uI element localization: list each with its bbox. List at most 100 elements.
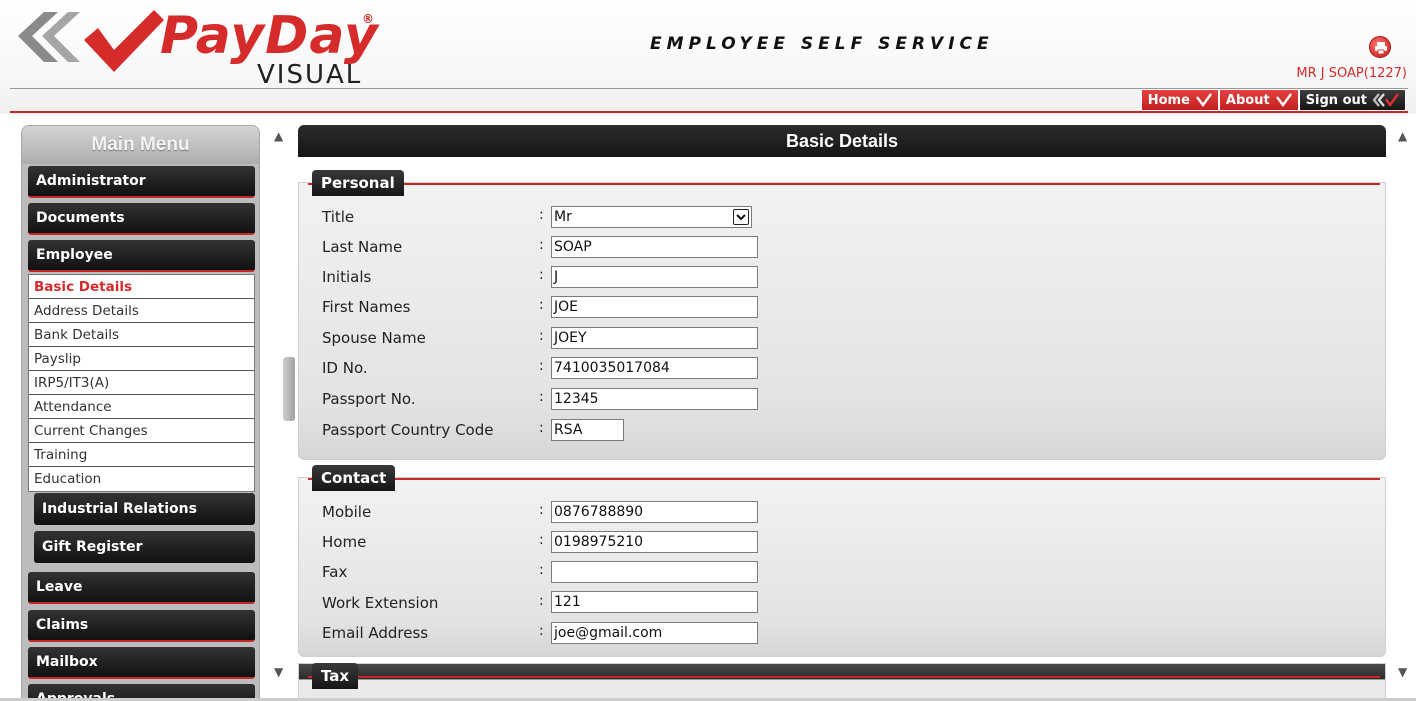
field-colon: : <box>539 358 544 374</box>
email-address-input[interactable]: joe@gmail.com <box>551 622 758 644</box>
logo-subtitle: VISUAL <box>257 60 363 90</box>
main-scrollbar[interactable]: ▲ ▼ <box>1394 125 1416 701</box>
submenu-basic-details[interactable]: Basic Details <box>29 275 254 299</box>
title-select[interactable]: Mr <box>551 206 752 228</box>
employee-submenu: Basic Details Address Details Bank Detai… <box>28 274 255 492</box>
id-number-input[interactable]: 7410035017084 <box>551 357 758 379</box>
scroll-up-icon[interactable]: ▲ <box>274 129 283 143</box>
header-accent-line <box>10 111 1408 113</box>
menu-item-claims[interactable]: Claims <box>28 610 255 642</box>
field-colon: : <box>539 297 544 313</box>
tax-section: Tax <box>298 663 1386 701</box>
personal-section-heading: Personal <box>312 170 404 196</box>
work-extension-input[interactable]: 121 <box>551 591 758 613</box>
submenu-address-details[interactable]: Address Details <box>29 299 254 323</box>
home-label: Home <box>1147 92 1190 108</box>
about-button[interactable]: About <box>1218 89 1299 111</box>
sign-out-button[interactable]: Sign out <box>1298 89 1406 111</box>
personal-section-panel <box>298 182 1386 460</box>
menu-item-administrator[interactable]: Administrator <box>28 166 255 198</box>
check-icon <box>1275 93 1292 107</box>
field-label-fax: Fax <box>322 563 348 581</box>
section-divider <box>308 478 1380 480</box>
fax-input[interactable] <box>551 561 758 583</box>
chevron-down-icon[interactable] <box>733 209 749 225</box>
menu-item-employee[interactable]: Employee <box>28 240 255 272</box>
menu-item-gift-register[interactable]: Gift Register <box>34 531 255 563</box>
scroll-down-icon[interactable]: ▼ <box>1398 665 1407 679</box>
first-names-input[interactable]: JOE <box>551 296 758 318</box>
sign-out-label: Sign out <box>1305 92 1367 108</box>
field-label-spouse-name: Spouse Name <box>322 329 426 347</box>
initials-input[interactable]: J <box>551 266 758 288</box>
home-button[interactable]: Home <box>1140 89 1219 111</box>
field-colon: : <box>539 267 544 283</box>
field-colon: : <box>539 502 544 518</box>
payday-logo: PayDay ® VISUAL <box>14 6 378 90</box>
contact-section: Contact Mobile : 0876788890 Home : 01989… <box>298 465 1386 657</box>
title-select-value: Mr <box>554 209 572 225</box>
field-label-title: Title <box>322 208 355 226</box>
field-colon: : <box>539 420 544 436</box>
field-label-passport-country-code: Passport Country Code <box>322 421 494 439</box>
current-user-label: MR J SOAP(1227) <box>1296 66 1407 81</box>
field-label-id-no: ID No. <box>322 359 368 377</box>
field-label-last-name: Last Name <box>322 238 403 256</box>
tax-section-heading: Tax <box>312 663 359 689</box>
section-divider <box>308 676 1380 678</box>
field-colon: : <box>539 562 544 578</box>
panel-splitter-handle[interactable] <box>283 357 295 421</box>
field-label-home: Home <box>322 533 367 551</box>
signout-chevron-icon <box>1373 93 1399 107</box>
field-colon: : <box>539 328 544 344</box>
top-nav: Home About Sign out <box>1140 89 1406 111</box>
field-label-mobile: Mobile <box>322 503 372 521</box>
field-colon: : <box>539 593 544 609</box>
about-label: About <box>1225 92 1270 108</box>
printer-icon <box>1375 42 1387 55</box>
submenu-education[interactable]: Education <box>29 467 254 491</box>
personal-section: Personal Title : Mr Last Name : SOAP Ini… <box>298 170 1386 460</box>
page-title: Basic Details <box>298 125 1386 157</box>
field-label-email-address: Email Address <box>322 624 429 642</box>
menu-item-mailbox[interactable]: Mailbox <box>28 647 255 679</box>
print-button[interactable] <box>1369 36 1391 58</box>
field-label-first-names: First Names <box>322 298 411 316</box>
check-icon <box>1195 93 1212 107</box>
submenu-training[interactable]: Training <box>29 443 254 467</box>
logo-brand-text: PayDay <box>160 6 379 66</box>
scroll-down-icon[interactable]: ▼ <box>274 665 283 679</box>
menu-item-leave[interactable]: Leave <box>28 572 255 604</box>
field-label-work-extension: Work Extension <box>322 594 439 612</box>
field-colon: : <box>539 623 544 639</box>
field-colon: : <box>539 207 544 223</box>
submenu-payslip[interactable]: Payslip <box>29 347 254 371</box>
passport-country-code-input[interactable]: RSA <box>551 419 624 441</box>
menu-item-industrial-relations[interactable]: Industrial Relations <box>34 493 255 525</box>
logo-chevron-check-icon <box>18 10 164 72</box>
main-menu-title: Main Menu <box>22 126 259 164</box>
submenu-current-changes[interactable]: Current Changes <box>29 419 254 443</box>
field-label-initials: Initials <box>322 268 372 286</box>
main-content: Basic Details Personal Title : Mr Last N… <box>298 125 1386 701</box>
contact-section-heading: Contact <box>312 465 396 491</box>
mobile-input[interactable]: 0876788890 <box>551 501 758 523</box>
passport-number-input[interactable]: 12345 <box>551 388 758 410</box>
menu-item-documents[interactable]: Documents <box>28 203 255 235</box>
home-phone-input[interactable]: 0198975210 <box>551 531 758 553</box>
submenu-bank-details[interactable]: Bank Details <box>29 323 254 347</box>
logo-registered-mark: ® <box>362 12 374 26</box>
submenu-attendance[interactable]: Attendance <box>29 395 254 419</box>
tax-section-panel <box>298 663 1386 701</box>
last-name-input[interactable]: SOAP <box>551 236 758 258</box>
app-header: PayDay ® VISUAL EMPLOYEE SELF SERVICE MR… <box>0 0 1416 114</box>
field-colon: : <box>539 532 544 548</box>
field-colon: : <box>539 237 544 253</box>
spouse-name-input[interactable]: JOEY <box>551 327 758 349</box>
submenu-irp5[interactable]: IRP5/IT3(A) <box>29 371 254 395</box>
main-menu: Main Menu Administrator Documents Employ… <box>21 125 260 701</box>
contact-section-panel <box>298 477 1386 657</box>
field-label-passport-no: Passport No. <box>322 390 416 408</box>
field-colon: : <box>539 389 544 405</box>
scroll-up-icon[interactable]: ▲ <box>1398 129 1407 143</box>
